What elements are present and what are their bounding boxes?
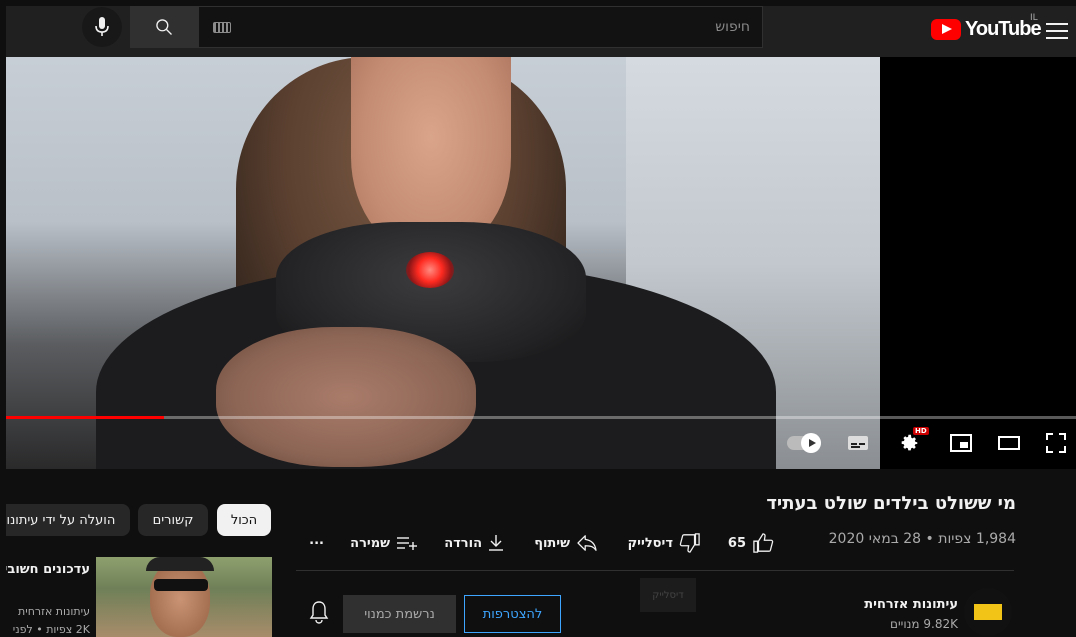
subscribed-button[interactable]: נרשמת כמנוי bbox=[343, 595, 456, 633]
miniplayer-button[interactable] bbox=[948, 429, 974, 457]
filter-chips: הכול קשורים הועלה על ידי עיתונות bbox=[6, 504, 272, 540]
subtitles-button[interactable] bbox=[846, 429, 870, 457]
suggested-video-channel: עיתונות אזרחית bbox=[18, 605, 90, 618]
notification-bell-button[interactable] bbox=[308, 600, 332, 626]
thumbnail-cap bbox=[146, 557, 214, 571]
settings-button[interactable]: HD bbox=[896, 427, 929, 457]
video-frame[interactable] bbox=[6, 57, 880, 469]
chip-related[interactable]: קשורים bbox=[138, 504, 208, 536]
miniplayer-icon bbox=[950, 434, 972, 452]
share-icon bbox=[577, 535, 597, 551]
country-code: IL bbox=[1030, 13, 1038, 23]
youtube-watch-page: YouTube IL חיפוש HD מי ששולט בילדים שולט… bbox=[6, 6, 1076, 637]
subscriber-count: 9.82K מנויים bbox=[890, 617, 958, 631]
youtube-play-icon bbox=[931, 19, 961, 40]
hd-badge: HD bbox=[913, 427, 929, 435]
progress-bar-played bbox=[6, 416, 165, 419]
channel-avatar[interactable] bbox=[964, 588, 1012, 636]
theater-mode-button[interactable] bbox=[996, 429, 1022, 457]
autoplay-toggle[interactable] bbox=[786, 429, 822, 457]
subtitles-icon bbox=[848, 436, 868, 450]
share-label: שיתוף bbox=[534, 535, 570, 551]
more-icon: ... bbox=[309, 532, 324, 548]
search-button[interactable] bbox=[130, 6, 198, 48]
like-count: 65 bbox=[727, 535, 746, 551]
search-icon bbox=[156, 19, 172, 35]
fullscreen-button[interactable] bbox=[1044, 429, 1068, 457]
chip-uploaded-by[interactable]: הועלה על ידי עיתונות bbox=[6, 504, 130, 536]
channel-logo-icon bbox=[973, 603, 1003, 621]
suggested-video[interactable]: עדכונים חשובים...הדרך עיתונות אזרחית 2K … bbox=[6, 557, 272, 637]
save-label: שמירה bbox=[350, 535, 390, 551]
add-to-playlist-icon bbox=[397, 537, 417, 550]
masthead: YouTube IL bbox=[6, 6, 1076, 57]
thumbnail-face bbox=[150, 561, 210, 637]
autoplay-track bbox=[787, 433, 821, 453]
search-box bbox=[198, 6, 763, 48]
thumbs-down-icon bbox=[679, 533, 700, 553]
download-icon bbox=[489, 535, 503, 551]
progress-bar[interactable] bbox=[6, 416, 1076, 419]
gear-icon bbox=[901, 434, 918, 451]
like-button[interactable]: 65 bbox=[728, 530, 774, 556]
save-button[interactable]: שמירה bbox=[350, 530, 418, 556]
video-player[interactable]: HD bbox=[6, 57, 1076, 469]
fullscreen-icon bbox=[1046, 433, 1066, 453]
join-button[interactable]: להצטרפות bbox=[464, 595, 561, 633]
channel-name[interactable]: עיתונות אזרחית bbox=[864, 597, 958, 612]
voice-search-button[interactable] bbox=[82, 7, 122, 47]
suggested-video-title[interactable]: עדכונים חשובים...הדרך bbox=[6, 559, 90, 580]
dislike-button[interactable]: דיסלייק bbox=[628, 530, 701, 556]
hamburger-menu-icon[interactable] bbox=[1046, 20, 1068, 42]
bell-icon bbox=[309, 601, 329, 624]
search-input[interactable] bbox=[199, 7, 762, 47]
youtube-logo[interactable]: YouTube bbox=[931, 18, 1042, 41]
video-device-light bbox=[406, 252, 454, 288]
keyboard-icon[interactable] bbox=[213, 22, 231, 33]
microphone-icon bbox=[95, 17, 109, 36]
thumbs-up-icon bbox=[753, 533, 774, 553]
video-title: מי ששולט בילדים שולט בעתיד bbox=[766, 493, 1016, 514]
dislike-label: דיסלייק bbox=[627, 535, 673, 551]
chip-all[interactable]: הכול bbox=[217, 504, 271, 536]
player-controls: HD bbox=[6, 427, 1076, 459]
thumbnail-sunglasses bbox=[154, 579, 208, 591]
video-views-date: 1,984 צפיות • 28 במאי 2020 bbox=[828, 531, 1016, 547]
suggested-video-views: 2K צפיות • לפני bbox=[12, 623, 90, 636]
download-button[interactable]: הורדה bbox=[444, 530, 504, 556]
share-button[interactable]: שיתוף bbox=[534, 530, 598, 556]
download-label: הורדה bbox=[444, 535, 482, 551]
suggested-video-thumbnail[interactable] bbox=[96, 557, 272, 637]
divider bbox=[296, 570, 1014, 571]
autoplay-play-icon bbox=[801, 433, 821, 453]
more-actions-button[interactable]: ... bbox=[309, 527, 324, 553]
theater-mode-icon bbox=[998, 436, 1020, 450]
dislike-tooltip: דיסלייק bbox=[640, 578, 696, 612]
